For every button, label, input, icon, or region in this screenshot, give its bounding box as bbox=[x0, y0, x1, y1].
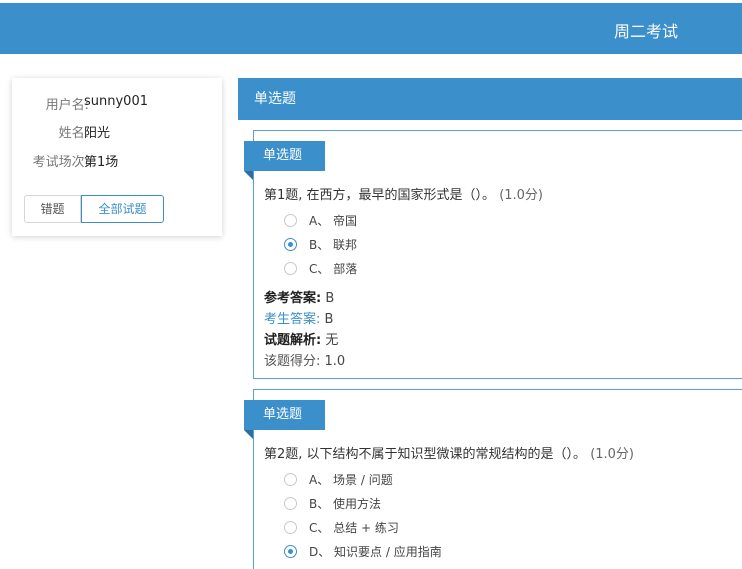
username-label: 用户名: bbox=[45, 98, 89, 113]
info-row-username: 用户名: sunny001 bbox=[12, 94, 222, 114]
option-label: B、 使用方法 bbox=[309, 496, 382, 511]
option-label: C、 总结 + 练习 bbox=[309, 520, 399, 535]
question-stem-2: 第2题, 以下结构不属于知识型微课的常规结构的是（）。 bbox=[264, 447, 587, 462]
user-info-panel: 用户名: sunny001 姓名: 阳光 考试场次: 第1场 错题 全部试题 bbox=[12, 78, 222, 236]
question-type-tag-2: 单选题 bbox=[244, 400, 325, 430]
reference-answer-row: 参考答案: B bbox=[264, 287, 334, 306]
question-score-row: 该题得分: 1.0 bbox=[264, 350, 345, 369]
q2-option-c[interactable]: C、 总结 + 练习 bbox=[284, 519, 399, 535]
student-answer-label: 考生答案: bbox=[264, 312, 321, 327]
radio-icon[interactable] bbox=[284, 496, 297, 510]
question-type-tag-1: 单选题 bbox=[244, 141, 325, 171]
option-label: A、 场景 / 问题 bbox=[309, 472, 393, 487]
all-questions-button[interactable]: 全部试题 bbox=[81, 195, 164, 223]
question-score-2: (1.0分) bbox=[590, 447, 635, 462]
student-answer-row: 考生答案: B bbox=[264, 308, 333, 327]
wrong-questions-button[interactable]: 错题 bbox=[24, 195, 81, 223]
section-header: 单选题 bbox=[238, 78, 742, 120]
q1-option-c[interactable]: C、 部落 bbox=[284, 260, 357, 276]
question-score-1: (1.0分) bbox=[499, 188, 544, 203]
username-value: sunny001 bbox=[84, 94, 148, 109]
exam-title: 周二考试 bbox=[614, 22, 679, 41]
tag-fold-2 bbox=[244, 430, 253, 439]
radio-icon[interactable] bbox=[284, 261, 297, 275]
student-answer-value: B bbox=[324, 312, 334, 327]
reference-answer-label: 参考答案: bbox=[264, 291, 322, 306]
q1-option-a[interactable]: A、 帝国 bbox=[284, 212, 357, 228]
top-bar: 周二考试 bbox=[0, 3, 742, 54]
option-label: D、 知识要点 / 应用指南 bbox=[309, 544, 442, 559]
q1-option-b[interactable]: B、 联邦 bbox=[284, 236, 357, 252]
option-label: B、 联邦 bbox=[309, 237, 358, 252]
question-score-value: 1.0 bbox=[324, 354, 346, 369]
question-text-1: 第1题, 在西方，最早的国家形式是（）。 (1.0分) bbox=[264, 184, 543, 203]
session-label: 考试场次: bbox=[32, 155, 89, 170]
info-row-session: 考试场次: 第1场 bbox=[12, 151, 222, 171]
q2-option-d[interactable]: D、 知识要点 / 应用指南 bbox=[284, 543, 442, 559]
radio-checked-icon[interactable] bbox=[284, 544, 297, 558]
radio-icon[interactable] bbox=[284, 472, 297, 486]
option-label: A、 帝国 bbox=[309, 213, 358, 228]
radio-icon[interactable] bbox=[284, 213, 297, 227]
question-score-label: 该题得分: bbox=[264, 354, 321, 369]
q2-option-b[interactable]: B、 使用方法 bbox=[284, 495, 381, 511]
radio-checked-icon[interactable] bbox=[284, 237, 297, 251]
analysis-row: 试题解析: 无 bbox=[264, 329, 338, 348]
analysis-value: 无 bbox=[325, 333, 339, 348]
analysis-label: 试题解析: bbox=[264, 333, 322, 348]
info-row-name: 姓名: 阳光 bbox=[12, 122, 222, 142]
q2-option-a[interactable]: A、 场景 / 问题 bbox=[284, 471, 393, 487]
name-value: 阳光 bbox=[84, 126, 111, 141]
reference-answer-value: B bbox=[325, 291, 335, 306]
tag-fold-1 bbox=[244, 171, 253, 180]
question-filter-group: 错题 全部试题 bbox=[24, 195, 164, 223]
radio-icon[interactable] bbox=[284, 520, 297, 534]
session-value: 第1场 bbox=[84, 155, 119, 170]
option-label: C、 部落 bbox=[309, 261, 358, 276]
question-stem-1: 第1题, 在西方，最早的国家形式是（）。 bbox=[264, 188, 496, 203]
question-text-2: 第2题, 以下结构不属于知识型微课的常规结构的是（）。 (1.0分) bbox=[264, 443, 634, 462]
